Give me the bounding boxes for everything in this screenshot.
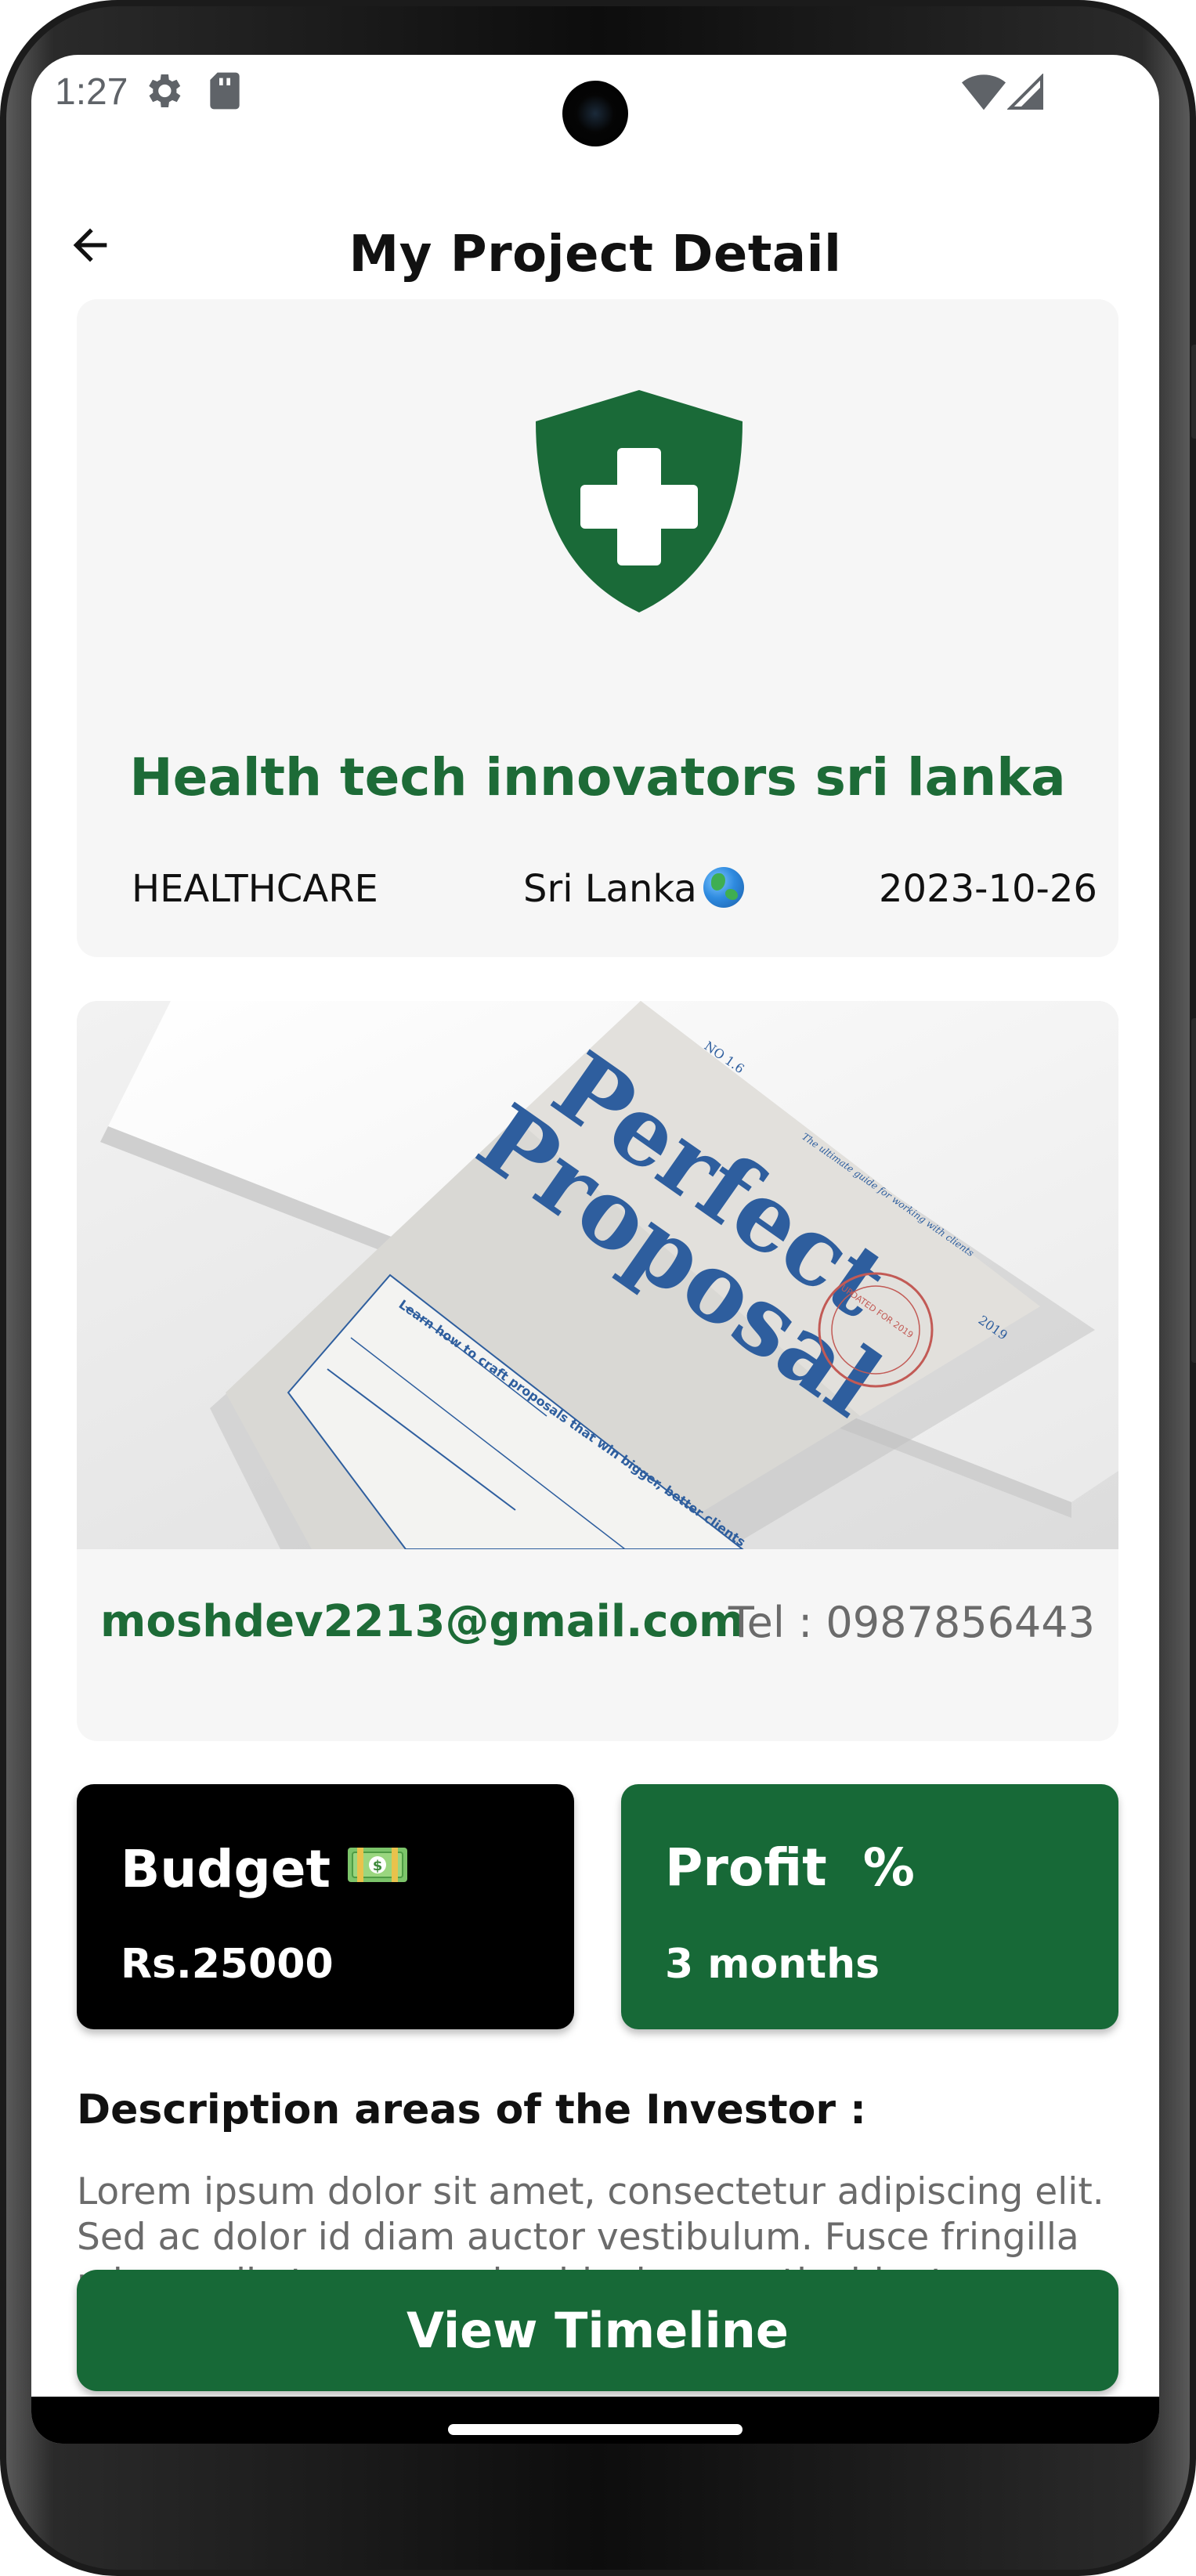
power-button — [1191, 345, 1196, 439]
front-camera — [562, 81, 628, 146]
proposal-image: Perfect Proposal NO 1.6 The ultimate gui… — [77, 1001, 1118, 1549]
volume-button — [1191, 1018, 1196, 1363]
home-indicator[interactable] — [448, 2424, 743, 2435]
settings-icon — [141, 69, 185, 116]
app-bar: My Project Detail — [31, 180, 1159, 305]
project-country: Sri Lanka — [523, 867, 744, 911]
profit-card: Profit % 3 months — [621, 1784, 1118, 2029]
view-timeline-button[interactable]: View Timeline — [77, 2270, 1118, 2391]
project-date: 2023-10-26 — [879, 867, 1097, 911]
project-category: HEALTHCARE — [132, 867, 378, 911]
status-time: 1:27 — [55, 71, 128, 113]
status-bar: 1:27 — [31, 55, 1159, 149]
wifi-icon — [962, 72, 1006, 114]
sd-card-icon — [205, 69, 244, 116]
signal-icon — [1006, 73, 1045, 114]
profit-value: 3 months — [665, 1941, 880, 1988]
budget-card: Budget $ Rs.25000 — [77, 1784, 574, 2029]
project-name: Health tech innovators sri lanka — [129, 747, 1066, 807]
project-summary-card: Health tech innovators sri lanka HEALTHC… — [77, 299, 1118, 957]
screen: 1:27 My Project Detail Health tech innov… — [31, 55, 1159, 2444]
project-country-label: Sri Lanka — [523, 867, 697, 911]
proposal-card: Perfect Proposal NO 1.6 The ultimate gui… — [77, 1001, 1118, 1741]
navigation-bar — [31, 2397, 1159, 2444]
budget-label: Budget — [121, 1839, 331, 1899]
shield-plus-icon — [529, 384, 749, 619]
money-icon: $ — [346, 1837, 409, 1898]
page-title: My Project Detail — [349, 226, 842, 284]
contact-email[interactable]: moshdev2213@gmail.com — [100, 1596, 744, 1647]
svg-text:$: $ — [373, 1858, 383, 1874]
device-frame: 1:27 My Project Detail Health tech innov… — [0, 0, 1196, 2576]
description-title: Description areas of the Investor : — [77, 2086, 866, 2133]
budget-title: Budget $ — [121, 1837, 409, 1899]
globe-icon — [703, 867, 744, 908]
contact-phone[interactable]: Tel : 0987856443 — [728, 1598, 1095, 1647]
budget-value: Rs.25000 — [121, 1941, 334, 1988]
profit-title: Profit % — [665, 1837, 915, 1898]
